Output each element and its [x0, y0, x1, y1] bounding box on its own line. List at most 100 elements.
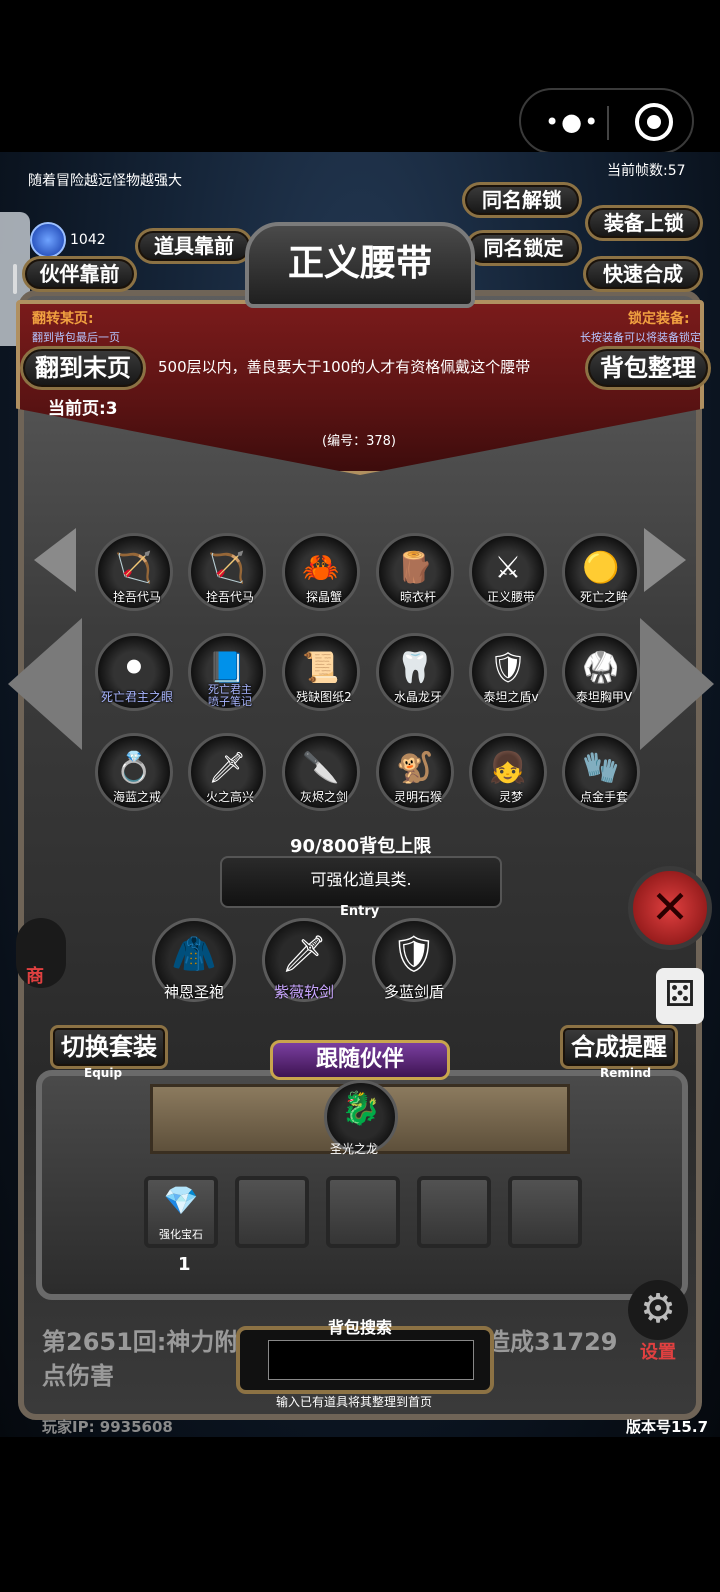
item-label-line1: 死亡之眸	[579, 590, 628, 604]
miniapp-capsule: •●•	[519, 88, 694, 154]
bag-sort-button[interactable]: 背包整理	[585, 346, 711, 390]
version-label: 版本号15.7	[626, 1418, 709, 1436]
item-icon: 🥋	[582, 650, 620, 686]
item-slot[interactable]: 🪵 晾衣杆	[376, 533, 454, 611]
item-slot[interactable]: 🗡 火之高兴	[188, 733, 266, 811]
item-icon: 🛡	[488, 650, 528, 686]
equip-lock-button[interactable]: 装备上锁	[585, 205, 703, 241]
item-slot[interactable]: 💍 海蓝之戒	[95, 733, 173, 811]
dice-icon[interactable]: ⚄	[656, 968, 704, 1024]
equipped-icon: 🗡	[281, 934, 327, 975]
entry-title: 可强化道具类.	[310, 870, 412, 889]
search-title: 背包搜索	[328, 1318, 393, 1337]
merge-remind-button[interactable]: 合成提醒	[560, 1025, 678, 1069]
entry-subtitle: Entry	[340, 904, 380, 919]
item-icon: ⚔	[494, 550, 522, 586]
material-slot[interactable]	[235, 1176, 309, 1248]
equipped-slot[interactable]: 🛡 多蓝剑盾	[372, 918, 456, 1002]
flip-hint-desc: 翻到背包最后一页	[32, 331, 120, 344]
item-slot[interactable]: 🏹 拴吾代马	[188, 533, 266, 611]
gem-icon: 💎	[163, 1184, 199, 1217]
bag-limit: 90/800背包上限	[290, 836, 432, 857]
to-last-page-button[interactable]: 翻到末页	[20, 346, 146, 390]
equipped-slot[interactable]: 🧥 神恩圣袍	[152, 918, 236, 1002]
lock-hint-title: 锁定装备:	[628, 311, 690, 327]
battle-log-line2: 点伤害	[42, 1362, 114, 1390]
item-slot[interactable]: 🦷 水晶龙牙	[376, 633, 454, 711]
item-slot[interactable]: 🐒 灵明石猴	[376, 733, 454, 811]
material-label: 强化宝石	[159, 1228, 203, 1241]
item-label: 泰坦胸甲V	[545, 688, 663, 705]
item-slot[interactable]: 🔪 灰烬之剑	[282, 733, 360, 811]
item-description: 500层以内，善良要大于100的人才有资格佩戴这个腰带	[158, 358, 531, 376]
close-icon: ✕	[650, 880, 690, 934]
equipped-label: 紫薇软剑	[273, 983, 334, 1001]
item-label: 死亡之眸	[545, 588, 663, 605]
item-front-button[interactable]: 道具靠前	[135, 228, 253, 264]
same-name-lock-button[interactable]: 同名锁定	[465, 230, 582, 266]
material-count: 1	[178, 1254, 191, 1275]
item-label-line1: 点金手套	[579, 790, 628, 804]
lock-hint-desc: 长按装备可以将装备锁定	[580, 331, 701, 344]
same-name-unlock-button[interactable]: 同名解锁	[462, 182, 582, 218]
partner-front-button[interactable]: 伙伴靠前	[22, 256, 137, 292]
material-slot[interactable]	[326, 1176, 400, 1248]
shop-side-button[interactable]: 商	[16, 918, 66, 988]
item-slot[interactable]: 🦀 探晶蟹	[282, 533, 360, 611]
more-dots-icon[interactable]: •●•	[545, 108, 600, 136]
item-icon: 🦀	[302, 550, 340, 586]
battle-log-line1b: 造成31729	[486, 1328, 618, 1356]
battle-log-line1a: 第2651回:神力附	[42, 1328, 239, 1356]
dragon-icon: 🐉	[341, 1089, 381, 1127]
item-label-line1: 泰坦胸甲V	[575, 690, 633, 704]
item-name-title: 正义腰带	[245, 222, 475, 308]
item-slot[interactable]: 📜 残缺图纸2	[282, 633, 360, 711]
item-icon: 🟡	[582, 550, 620, 586]
item-slot[interactable]: 🏹 拴吾代马	[95, 533, 173, 611]
item-slot[interactable]: 🧤 点金手套	[562, 733, 640, 811]
item-slot[interactable]: 🥋 泰坦胸甲V	[562, 633, 640, 711]
close-button[interactable]: ✕	[628, 866, 712, 950]
quick-merge-button[interactable]: 快速合成	[583, 256, 703, 292]
follow-partner-button[interactable]: 跟随伙伴	[270, 1040, 450, 1080]
item-slot[interactable]: 👧 灵梦	[469, 733, 547, 811]
prev-page-big-arrow[interactable]	[8, 618, 82, 750]
item-icon: 🏹	[208, 550, 246, 586]
equipped-label: 多蓝剑盾	[383, 983, 444, 1001]
current-page: 当前页:3	[48, 399, 118, 419]
item-icon: 🪵	[396, 550, 434, 586]
player-ip: 玩家IP: 9935608	[42, 1418, 173, 1436]
item-slot[interactable]: 📘 死亡君主 喷子笔记	[188, 633, 266, 711]
search-input[interactable]	[268, 1340, 474, 1380]
settings-label[interactable]: 设置	[640, 1338, 676, 1364]
item-slot[interactable]: 🟡 死亡之眸	[562, 533, 640, 611]
material-slot[interactable]	[508, 1176, 582, 1248]
crystal-count: 1042	[70, 232, 106, 248]
equipped-slot[interactable]: 🗡 紫薇软剑	[262, 918, 346, 1002]
item-icon: 🧤	[582, 750, 620, 786]
gear-icon[interactable]: ⚙	[628, 1280, 688, 1340]
search-hint: 输入已有道具将其整理到首页	[276, 1395, 433, 1409]
item-icon: 💍	[115, 750, 153, 786]
item-icon: 🦷	[396, 650, 434, 686]
material-slot[interactable]: 💎 强化宝石	[144, 1176, 218, 1248]
item-icon: 📜	[302, 650, 340, 686]
switch-set-button[interactable]: 切换套装	[50, 1025, 168, 1069]
prev-page-small-arrow[interactable]	[34, 528, 76, 592]
next-page-small-arrow[interactable]	[644, 528, 686, 592]
material-slot[interactable]	[417, 1176, 491, 1248]
next-page-big-arrow[interactable]	[640, 618, 714, 750]
item-icon: 🐒	[396, 750, 434, 786]
flip-hint-title: 翻转某页:	[32, 311, 94, 327]
item-icon: 🏹	[115, 550, 153, 586]
equipped-icon: 🧥	[171, 934, 217, 975]
switch-set-sub: Equip	[84, 1066, 123, 1080]
item-slot[interactable]: ⚫ 死亡君主之眼	[95, 633, 173, 711]
item-slot[interactable]: ⚔ 正义腰带	[469, 533, 547, 611]
item-slot[interactable]: 🛡 泰坦之盾v	[469, 633, 547, 711]
item-icon: 📘	[208, 650, 246, 686]
item-icon: 🗡	[207, 750, 247, 786]
target-circle-icon[interactable]	[635, 103, 673, 141]
item-icon: 👧	[489, 750, 527, 786]
merge-remind-sub: Remind	[600, 1066, 652, 1080]
